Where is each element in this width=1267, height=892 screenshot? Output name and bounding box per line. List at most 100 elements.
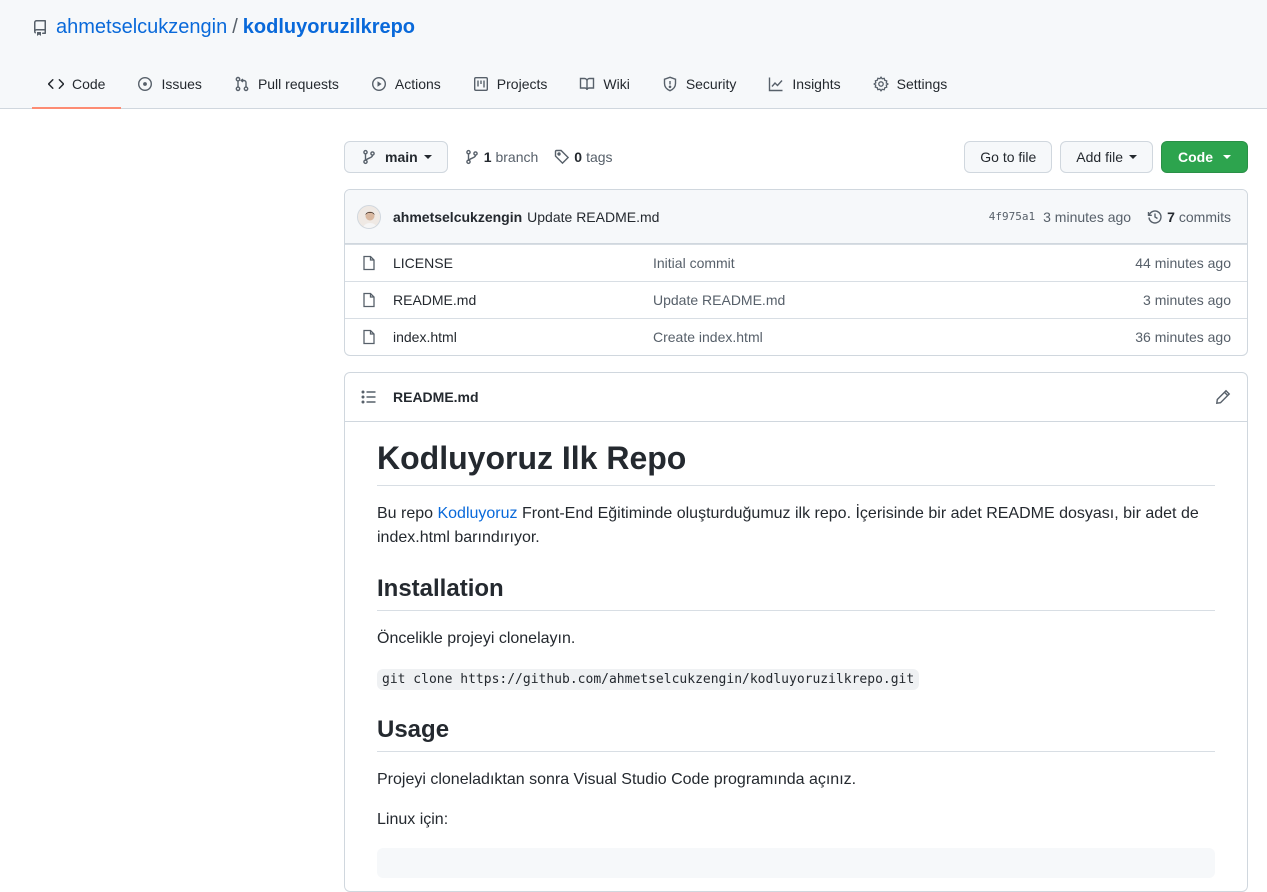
history-icon bbox=[1147, 209, 1163, 225]
tab-wiki[interactable]: Wiki bbox=[563, 64, 645, 104]
file-icon bbox=[361, 255, 377, 271]
file-commit-link[interactable]: Initial commit bbox=[653, 255, 1135, 271]
tab-pull-requests[interactable]: Pull requests bbox=[218, 64, 355, 104]
project-icon bbox=[473, 76, 489, 92]
add-file-label: Add file bbox=[1076, 149, 1123, 165]
commits-history-link[interactable]: 7 commits bbox=[1147, 209, 1231, 225]
tab-wiki-label: Wiki bbox=[603, 76, 630, 92]
chevron-down-icon bbox=[1223, 155, 1231, 159]
file-row[interactable]: LICENSE Initial commit 44 minutes ago bbox=[345, 244, 1247, 281]
file-icon bbox=[361, 329, 377, 345]
shield-icon bbox=[662, 76, 678, 92]
repo-owner-link[interactable]: ahmetselcukzengin bbox=[56, 16, 227, 39]
clone-command-paragraph: git clone https://github.com/ahmetselcuk… bbox=[377, 667, 1215, 691]
chevron-down-icon bbox=[1129, 155, 1137, 159]
pencil-icon[interactable] bbox=[1215, 389, 1231, 405]
file-age: 44 minutes ago bbox=[1135, 255, 1231, 271]
code-block bbox=[377, 848, 1215, 878]
commit-count: 7 bbox=[1167, 208, 1175, 225]
usage-text: Projeyi cloneladıktan sonra Visual Studi… bbox=[377, 771, 857, 788]
issue-opened-icon bbox=[137, 76, 153, 92]
tag-count: 0 bbox=[574, 149, 583, 165]
tag-label: tags bbox=[586, 149, 613, 165]
tab-actions[interactable]: Actions bbox=[355, 64, 457, 104]
book-icon bbox=[579, 76, 595, 92]
repo-name-link[interactable]: kodluyoruzilkrepo bbox=[243, 16, 415, 39]
latest-commit-bar: ahmetselcukzengin Update README.md 4f975… bbox=[345, 190, 1247, 244]
file-navigation: main 1 branch 0 tags Go to file Add file… bbox=[344, 141, 1248, 173]
file-browser: ahmetselcukzengin Update README.md 4f975… bbox=[344, 189, 1248, 356]
avatar[interactable] bbox=[357, 204, 381, 229]
git-pull-request-icon bbox=[234, 76, 250, 92]
tab-settings-label: Settings bbox=[896, 76, 948, 92]
repo-title: ahmetselcukzengin / kodluyoruzilkrepo bbox=[32, 16, 415, 39]
installation-text: Öncelikle projeyi clonelayın. bbox=[377, 630, 576, 647]
add-file-button[interactable]: Add file bbox=[1060, 141, 1153, 173]
tags-link[interactable]: 0 tags bbox=[554, 149, 613, 165]
tab-settings[interactable]: Settings bbox=[857, 64, 964, 104]
branch-select-button[interactable]: main bbox=[344, 141, 448, 173]
chevron-down-icon bbox=[423, 155, 432, 159]
readme-header: README.md bbox=[345, 373, 1247, 422]
tab-security-label: Security bbox=[685, 76, 737, 92]
file-commit-link[interactable]: Create index.html bbox=[653, 329, 1135, 345]
go-to-file-label: Go to file bbox=[980, 149, 1037, 165]
tag-icon bbox=[554, 149, 570, 165]
repo-separator: / bbox=[232, 16, 238, 38]
file-name-link[interactable]: LICENSE bbox=[393, 255, 653, 271]
tab-security[interactable]: Security bbox=[646, 64, 753, 104]
file-row[interactable]: index.html Create index.html 36 minutes … bbox=[345, 318, 1247, 355]
tab-insights[interactable]: Insights bbox=[752, 64, 856, 104]
tab-issues[interactable]: Issues bbox=[121, 64, 217, 104]
branch-name: main bbox=[385, 149, 418, 165]
graph-icon bbox=[768, 76, 784, 92]
repo-header: ahmetselcukzengin / kodluyoruzilkrepo Co… bbox=[0, 0, 1267, 109]
branches-link[interactable]: 1 branch bbox=[464, 149, 539, 165]
repo-main: main 1 branch 0 tags Go to file Add file… bbox=[344, 141, 1248, 892]
file-row[interactable]: README.md Update README.md 3 minutes ago bbox=[345, 281, 1247, 318]
repo-nav-tabs: Code Issues Pull requests Actions Projec… bbox=[32, 64, 963, 109]
readme-h2-installation: Installation bbox=[377, 574, 1215, 611]
file-icon bbox=[361, 292, 377, 308]
tab-projects[interactable]: Projects bbox=[457, 64, 564, 104]
file-age: 36 minutes ago bbox=[1135, 329, 1231, 345]
readme-h2-usage: Usage bbox=[377, 715, 1215, 752]
readme-filename[interactable]: README.md bbox=[393, 389, 479, 405]
commit-author-link[interactable]: ahmetselcukzengin bbox=[393, 209, 522, 225]
tab-code[interactable]: Code bbox=[32, 64, 122, 109]
file-name-link[interactable]: README.md bbox=[393, 292, 653, 308]
branch-label: branch bbox=[495, 149, 539, 165]
readme-intro: Bu repo Kodluyoruz Front-End Eğitiminde … bbox=[377, 502, 1215, 550]
readme-box: README.md Kodluyoruz Ilk Repo Bu repo Ko… bbox=[344, 372, 1248, 892]
commit-count-label: commits bbox=[1178, 208, 1231, 225]
commit-sha-link[interactable]: 4f975a1 bbox=[989, 210, 1035, 223]
kodluyoruz-link[interactable]: Kodluyoruz bbox=[437, 505, 517, 522]
file-age: 3 minutes ago bbox=[1143, 292, 1231, 308]
tab-pull-requests-label: Pull requests bbox=[257, 76, 339, 92]
commit-message-link[interactable]: Update README.md bbox=[527, 209, 659, 225]
file-name-link[interactable]: index.html bbox=[393, 329, 653, 345]
code-icon bbox=[48, 76, 64, 92]
tab-actions-label: Actions bbox=[394, 76, 441, 92]
play-icon bbox=[371, 76, 387, 92]
file-commit-link[interactable]: Update README.md bbox=[653, 292, 1143, 308]
tab-issues-label: Issues bbox=[161, 76, 202, 92]
git-branch-icon bbox=[464, 149, 480, 165]
git-branch-icon bbox=[361, 149, 377, 165]
tab-code-label: Code bbox=[72, 76, 106, 92]
linux-text: Linux için: bbox=[377, 811, 449, 828]
readme-content: Kodluyoruz Ilk Repo Bu repo Kodluyoruz F… bbox=[345, 438, 1247, 878]
go-to-file-button[interactable]: Go to file bbox=[964, 141, 1053, 173]
tab-insights-label: Insights bbox=[792, 76, 841, 92]
gear-icon bbox=[872, 76, 889, 92]
repo-icon bbox=[32, 19, 48, 36]
readme-h1: Kodluyoruz Ilk Repo bbox=[377, 438, 1215, 486]
branch-count: 1 bbox=[483, 149, 492, 165]
clone-command: git clone https://github.com/ahmetselcuk… bbox=[377, 669, 920, 690]
list-unordered-icon[interactable] bbox=[361, 389, 377, 405]
code-button-label: Code bbox=[1178, 149, 1213, 165]
commit-age: 3 minutes ago bbox=[1043, 208, 1132, 225]
intro-text-before: Bu repo bbox=[377, 505, 438, 522]
tab-projects-label: Projects bbox=[496, 76, 548, 92]
code-button[interactable]: Code bbox=[1161, 141, 1248, 173]
